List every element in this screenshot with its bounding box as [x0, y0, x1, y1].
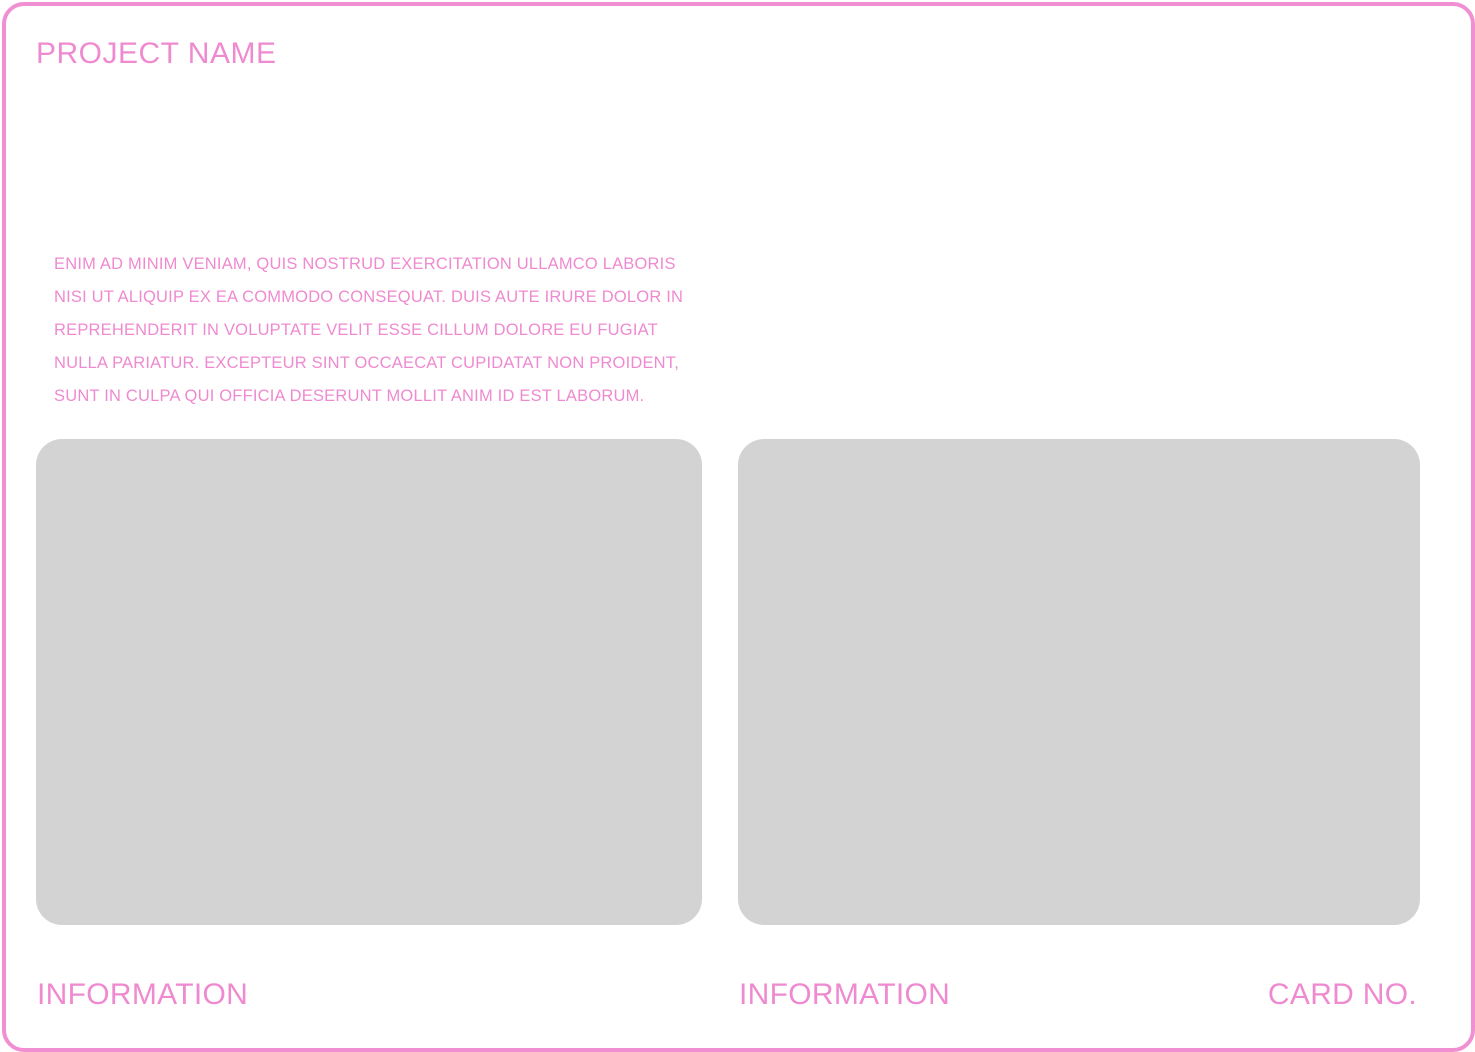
card-number-label: CARD NO.	[1267, 978, 1417, 1011]
description-line: ENIM AD MINIM VENIAM, QUIS NOSTRUD EXERC…	[54, 255, 676, 273]
description-line: REPREHENDERIT IN VOLUPTATE VELIT ESSE CI…	[54, 321, 658, 339]
description-line: NISI UT ALIQUIP EX EA COMMODO CONSEQUAT.…	[54, 288, 684, 306]
image-placeholder-right	[738, 439, 1420, 925]
description-text: ENIM AD MINIM VENIAM, QUIS NOSTRUD EXERC…	[54, 248, 694, 413]
information-label-left: INFORMATION	[37, 978, 249, 1011]
information-label-right: INFORMATION	[739, 978, 951, 1011]
description-line: SUNT IN CULPA QUI OFFICIA DESERUNT MOLLI…	[54, 387, 645, 405]
description-line: NULLA PARIATUR. EXCEPTEUR SINT OCCAECAT …	[54, 354, 680, 372]
image-placeholder-left	[36, 439, 702, 925]
project-title: PROJECT NAME	[36, 37, 277, 70]
